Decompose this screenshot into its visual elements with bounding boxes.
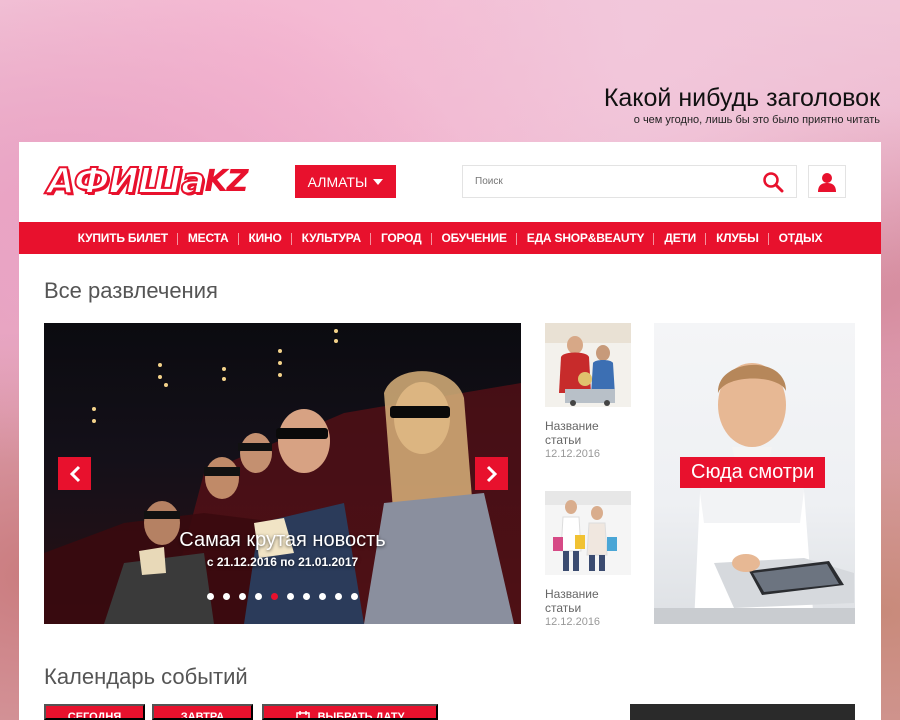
slide-title: Самая крутая новость bbox=[179, 529, 386, 551]
search-icon[interactable] bbox=[762, 171, 784, 193]
nav-item-cinema[interactable]: КИНО bbox=[237, 231, 292, 245]
section-title-entertainment: Все развлечения bbox=[44, 278, 218, 303]
slider-dot[interactable] bbox=[239, 593, 246, 600]
nav-item-places[interactable]: МЕСТА bbox=[176, 231, 239, 245]
logo-main-text: АФИШа bbox=[46, 160, 206, 203]
hero-title: Какой нибудь заголовок bbox=[603, 84, 880, 112]
city-label: АЛМАТЫ bbox=[307, 173, 368, 190]
nav-item-education[interactable]: ОБУЧЕНИЕ bbox=[430, 231, 517, 245]
search-input[interactable] bbox=[463, 166, 753, 197]
hero-subtitle: о чем угодно, лишь бы это было приятно ч… bbox=[633, 114, 880, 126]
article-title-line: Название bbox=[545, 587, 599, 601]
slide-date: с 21.12.2016 по 21.01.2017 bbox=[206, 555, 359, 569]
cinema-audience-image bbox=[44, 329, 521, 624]
chevron-right-icon bbox=[486, 465, 497, 482]
user-account-button[interactable] bbox=[808, 165, 846, 198]
promo-banner[interactable]: Сюда смотри bbox=[654, 323, 855, 624]
content-panel: АФИШаKZ АЛМАТЫ КУПИТЬ БИЛЕТ МЕСТА КИНО К… bbox=[19, 142, 881, 720]
slider-dot[interactable] bbox=[223, 593, 230, 600]
article-card[interactable]: Название статьи 12.12.2016 bbox=[545, 491, 631, 628]
slider-dot[interactable] bbox=[319, 593, 326, 600]
slider-dot[interactable] bbox=[335, 593, 342, 600]
calendar-side-image bbox=[630, 704, 855, 720]
calendar-icon bbox=[295, 711, 310, 718]
article-title-line: статьи bbox=[545, 433, 582, 447]
calendar-tomorrow-button[interactable]: ЗАВТРА bbox=[152, 704, 253, 720]
logo-suffix-text: KZ bbox=[204, 163, 248, 199]
slider-dot[interactable] bbox=[303, 593, 310, 600]
article-date: 12.12.2016 bbox=[545, 448, 601, 460]
main-nav: КУПИТЬ БИЛЕТ МЕСТА КИНО КУЛЬТУРА ГОРОД О… bbox=[19, 222, 881, 254]
slider-dot[interactable] bbox=[287, 593, 294, 600]
slider-next-button[interactable] bbox=[475, 457, 508, 490]
calendar-pick-date-button[interactable]: ВЫБРАТЬ ДАТУ bbox=[262, 704, 438, 720]
pick-date-label: ВЫБРАТЬ ДАТУ bbox=[317, 711, 405, 720]
nav-item-kids[interactable]: ДЕТИ bbox=[653, 231, 706, 245]
article-thumbnail-family-shopping bbox=[545, 323, 631, 407]
nav-item-food-shop-beauty[interactable]: ЕДА SHOP&BEAUTY bbox=[515, 231, 655, 245]
slider-pagination bbox=[44, 593, 521, 600]
city-select-button[interactable]: АЛМАТЫ bbox=[295, 165, 396, 198]
article-title: Название статьи bbox=[545, 587, 631, 615]
hero-heading: Какой нибудь заголовок о чем угодно, лиш… bbox=[604, 84, 880, 126]
chevron-down-icon bbox=[373, 178, 384, 185]
nav-item-culture[interactable]: КУЛЬТУРА bbox=[290, 231, 371, 245]
slider-dot[interactable] bbox=[207, 593, 214, 600]
featured-slider[interactable]: Самая крутая новость с 21.12.2016 по 21.… bbox=[44, 323, 521, 624]
calendar-today-button[interactable]: СЕГОДНЯ bbox=[44, 704, 145, 720]
nav-item-buy-ticket[interactable]: КУПИТЬ БИЛЕТ bbox=[68, 231, 178, 245]
nav-item-city[interactable]: ГОРОД bbox=[369, 231, 432, 245]
slider-dot-active[interactable] bbox=[271, 593, 278, 600]
site-logo[interactable]: АФИШа KZ bbox=[46, 160, 248, 203]
section-title-calendar: Календарь событий bbox=[44, 664, 248, 689]
nav-item-clubs[interactable]: КЛУБЫ bbox=[705, 231, 769, 245]
slider-prev-button[interactable] bbox=[58, 457, 91, 490]
article-date: 12.12.2016 bbox=[545, 616, 601, 628]
article-title-line: Название bbox=[545, 419, 599, 433]
article-title-line: статьи bbox=[545, 601, 582, 615]
promo-label: Сюда смотри bbox=[680, 457, 826, 488]
article-title: Название статьи bbox=[545, 419, 631, 447]
chevron-left-icon bbox=[69, 465, 80, 482]
slider-dot[interactable] bbox=[351, 593, 358, 600]
article-thumbnail-shopping-bags bbox=[545, 491, 631, 575]
nav-item-leisure[interactable]: ОТДЫХ bbox=[767, 231, 833, 245]
site-header: АФИШа KZ АЛМАТЫ bbox=[19, 142, 881, 220]
user-icon bbox=[818, 172, 836, 192]
search-box bbox=[462, 165, 797, 198]
slider-dot[interactable] bbox=[255, 593, 262, 600]
article-card[interactable]: Название статьи 12.12.2016 bbox=[545, 323, 631, 460]
